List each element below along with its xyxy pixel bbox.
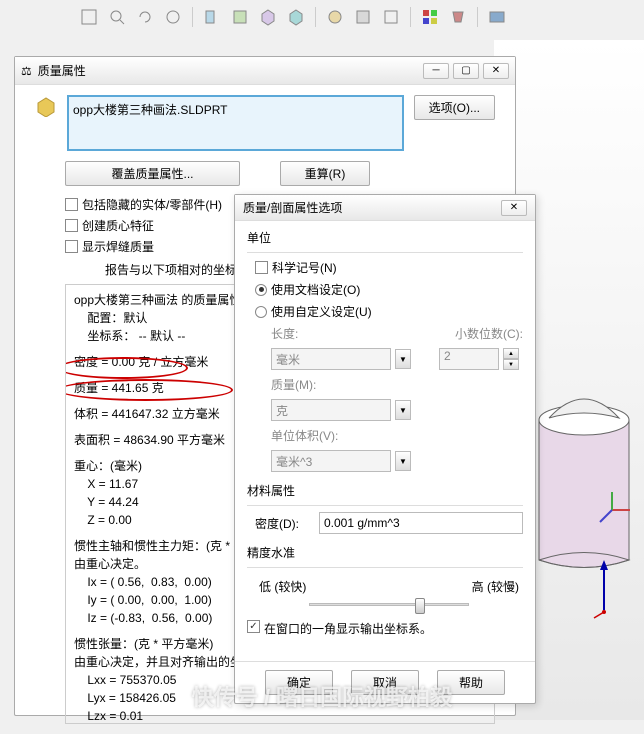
create-com-checkbox[interactable] <box>65 219 78 232</box>
volume-combo[interactable]: 毫米^3 <box>271 450 391 472</box>
cancel-button[interactable]: 取消 <box>351 670 419 695</box>
recalculate-button[interactable]: 重算(R) <box>280 161 370 186</box>
section-icon[interactable] <box>201 6 223 28</box>
close-button[interactable]: ✕ <box>483 63 509 79</box>
length-label: 长度: <box>271 325 331 342</box>
color-icon[interactable] <box>419 6 441 28</box>
show-coord-checkbox[interactable]: ✓ <box>247 620 260 633</box>
decimals-input[interactable]: 2 <box>439 348 499 370</box>
dialog-title: 质量/剖面属性选项 <box>243 199 501 216</box>
precision-slider[interactable] <box>309 603 469 606</box>
sphere-icon[interactable] <box>324 6 346 28</box>
include-hidden-label: 包括隐藏的实体/零部件(H) <box>82 196 222 213</box>
cube-icon[interactable] <box>285 6 307 28</box>
slider-thumb[interactable] <box>415 598 425 614</box>
mass-combo-arrow[interactable]: ▼ <box>395 400 411 420</box>
show-weld-checkbox[interactable] <box>65 240 78 253</box>
precision-group-label: 精度水准 <box>247 544 523 561</box>
window-header: ⚖ 质量属性 ─ ▢ ✕ <box>15 57 515 85</box>
density-label: 密度(D): <box>255 515 315 532</box>
mass-properties-icon: ⚖ <box>21 64 32 78</box>
use-document-radio[interactable] <box>255 284 267 296</box>
paint-icon[interactable] <box>447 6 469 28</box>
create-com-label: 创建质心特征 <box>82 217 154 234</box>
minimize-button[interactable]: ─ <box>423 63 449 79</box>
screen-icon[interactable] <box>486 6 508 28</box>
rotate-icon[interactable] <box>134 6 156 28</box>
options-dialog: 质量/剖面属性选项 ✕ 单位 科学记号(N) 使用文档设定(O) 使用自定义设定… <box>234 194 536 704</box>
cylinder-shape-icon <box>529 360 639 600</box>
scientific-notation-label: 科学记号(N) <box>272 259 337 276</box>
slider-high-label: 高 (较慢) <box>472 578 519 595</box>
decimals-down-button[interactable]: ▼ <box>503 359 519 370</box>
use-custom-radio[interactable] <box>255 306 267 318</box>
pan-icon[interactable] <box>162 6 184 28</box>
volume-highlight-icon <box>65 379 233 401</box>
scientific-notation-checkbox[interactable] <box>255 261 268 274</box>
wireframe-icon[interactable] <box>380 6 402 28</box>
density-input[interactable]: 0.001 g/mm^3 <box>319 512 523 534</box>
decimals-label: 小数位数(C): <box>455 325 523 342</box>
material-group-label: 材料属性 <box>247 482 523 499</box>
axis-arrow-icon <box>589 560 619 620</box>
units-group-label: 单位 <box>247 229 523 246</box>
decimals-up-button[interactable]: ▲ <box>503 348 519 359</box>
use-custom-label: 使用自定义设定(U) <box>271 303 372 320</box>
mass-combo[interactable]: 克 <box>271 399 391 421</box>
show-coord-label: 在窗口的一角显示输出坐标系。 <box>264 620 523 637</box>
dialog-close-button[interactable]: ✕ <box>501 200 527 216</box>
length-combo[interactable]: 毫米 <box>271 348 391 370</box>
use-document-label: 使用文档设定(O) <box>271 281 360 298</box>
part-file-icon <box>35 95 57 117</box>
zoom-fit-icon[interactable] <box>78 6 100 28</box>
view-iso-icon[interactable] <box>257 6 279 28</box>
file-name-input[interactable]: opp大楼第三种画法.SLDPRT <box>67 95 404 151</box>
maximize-button[interactable]: ▢ <box>453 63 479 79</box>
axis-indicator-icon <box>592 490 632 530</box>
zoom-area-icon[interactable] <box>106 6 128 28</box>
ok-button[interactable]: 确定 <box>265 670 333 695</box>
show-weld-label: 显示焊缝质量 <box>82 238 154 255</box>
length-combo-arrow[interactable]: ▼ <box>395 349 411 369</box>
override-mass-button[interactable]: 覆盖质量属性... <box>65 161 240 186</box>
volume-combo-arrow[interactable]: ▼ <box>395 451 411 471</box>
include-hidden-checkbox[interactable] <box>65 198 78 211</box>
options-button[interactable]: 选项(O)... <box>414 95 495 120</box>
mass-label: 质量(M): <box>271 376 331 393</box>
help-button[interactable]: 帮助 <box>437 670 505 695</box>
window-title: 质量属性 <box>38 62 423 79</box>
shade-icon[interactable] <box>352 6 374 28</box>
slider-low-label: 低 (较快) <box>259 578 306 595</box>
main-toolbar <box>78 6 508 28</box>
view-front-icon[interactable] <box>229 6 251 28</box>
results-line: Lzx = 0.01 <box>74 707 486 724</box>
dialog-header: 质量/剖面属性选项 ✕ <box>235 195 535 221</box>
volume-label: 单位体积(V): <box>271 427 338 444</box>
